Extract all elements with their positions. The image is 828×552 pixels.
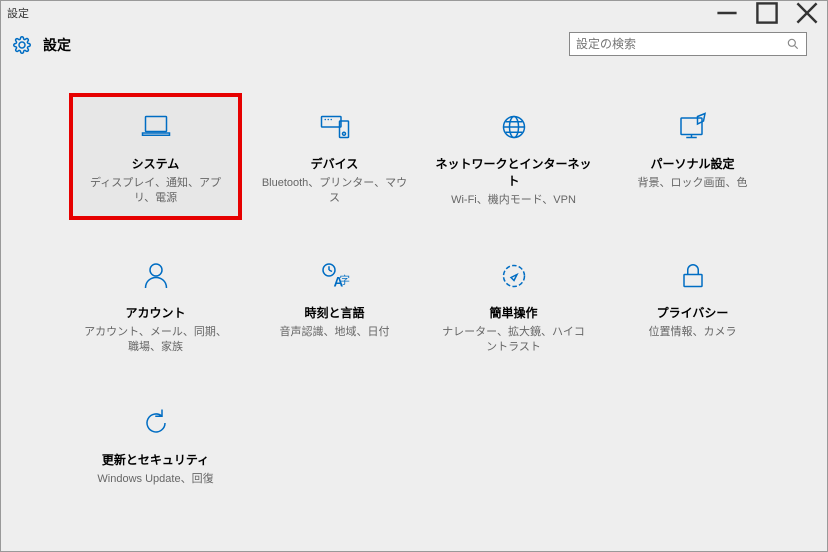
window-controls xyxy=(707,1,827,25)
tile-desc: ナレーター、拡大鏡、ハイコントラスト xyxy=(433,325,594,355)
tile-desc: アカウント、メール、同期、職場、家族 xyxy=(75,325,236,355)
tile-time-language[interactable]: A字 時刻と言語 音声認識、地域、日付 xyxy=(250,244,419,365)
tile-desc: 背景、ロック画面、色 xyxy=(612,176,773,191)
tile-system[interactable]: システム ディスプレイ、通知、アプリ、電源 xyxy=(71,95,240,218)
laptop-icon xyxy=(138,109,174,145)
tile-title: アカウント xyxy=(75,304,236,321)
tile-devices[interactable]: デバイス Bluetooth、プリンター、マウス xyxy=(250,95,419,218)
tile-desc: Bluetooth、プリンター、マウス xyxy=(254,176,415,206)
maximize-button[interactable] xyxy=(747,1,787,25)
tile-title: デバイス xyxy=(254,155,415,172)
person-icon xyxy=(138,258,174,294)
settings-window: 設定 設定 システム ディスプレイ、通知、アプリ、電源 xyxy=(0,0,828,552)
tile-desc: Windows Update、回復 xyxy=(75,472,236,487)
update-icon xyxy=(138,405,174,441)
tile-update-security[interactable]: 更新とセキュリティ Windows Update、回復 xyxy=(71,391,240,497)
tile-desc: Wi-Fi、機内モード、VPN xyxy=(433,193,594,208)
search-input[interactable] xyxy=(576,37,786,51)
settings-grid: システム ディスプレイ、通知、アプリ、電源 デバイス Bluetooth、プリン… xyxy=(1,65,827,506)
time-language-icon: A字 xyxy=(317,258,353,294)
tile-ease-of-access[interactable]: 簡単操作 ナレーター、拡大鏡、ハイコントラスト xyxy=(429,244,598,365)
minimize-button[interactable] xyxy=(707,1,747,25)
tile-privacy[interactable]: プライバシー 位置情報、カメラ xyxy=(608,244,777,365)
search-box[interactable] xyxy=(569,32,807,56)
tile-title: 時刻と言語 xyxy=(254,304,415,321)
tile-title: システム xyxy=(75,155,236,172)
lock-icon xyxy=(675,258,711,294)
tile-desc: ディスプレイ、通知、アプリ、電源 xyxy=(75,176,236,206)
window-title: 設定 xyxy=(7,5,29,21)
tile-personalization[interactable]: パーソナル設定 背景、ロック画面、色 xyxy=(608,95,777,218)
tile-title: ネットワークとインターネット xyxy=(433,155,594,189)
titlebar: 設定 xyxy=(1,1,827,25)
globe-icon xyxy=(496,109,532,145)
ease-of-access-icon xyxy=(496,258,532,294)
tile-title: 更新とセキュリティ xyxy=(75,451,236,468)
search-icon xyxy=(786,37,800,51)
tile-desc: 音声認識、地域、日付 xyxy=(254,325,415,340)
tile-accounts[interactable]: アカウント アカウント、メール、同期、職場、家族 xyxy=(71,244,240,365)
tile-title: 簡単操作 xyxy=(433,304,594,321)
tile-title: プライバシー xyxy=(612,304,773,321)
svg-text:字: 字 xyxy=(339,273,350,286)
personalize-icon xyxy=(675,109,711,145)
page-title: 設定 xyxy=(43,35,71,55)
gear-icon xyxy=(13,36,31,54)
tile-title: パーソナル設定 xyxy=(612,155,773,172)
tile-network[interactable]: ネットワークとインターネット Wi-Fi、機内モード、VPN xyxy=(429,95,598,218)
devices-icon xyxy=(317,109,353,145)
tile-desc: 位置情報、カメラ xyxy=(612,325,773,340)
close-button[interactable] xyxy=(787,1,827,25)
